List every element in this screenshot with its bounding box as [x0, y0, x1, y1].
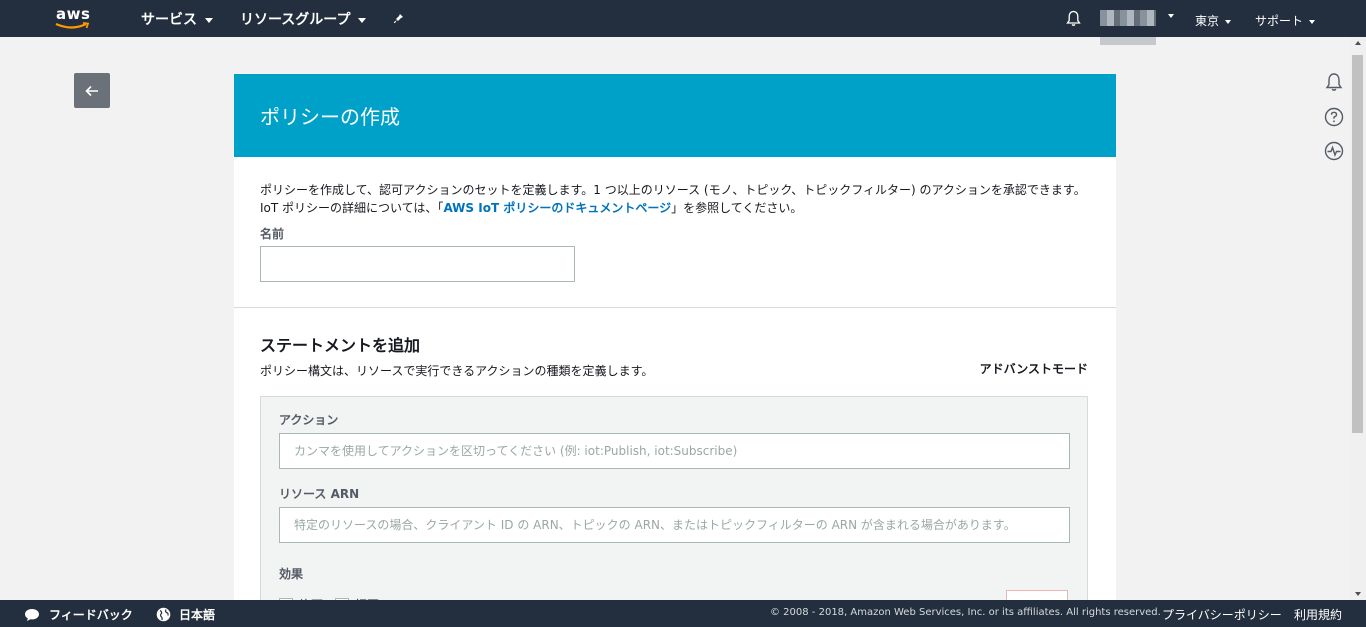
feedback-link[interactable]: フィードバック — [24, 606, 133, 623]
scroll-up-arrow-icon[interactable] — [1355, 41, 1361, 45]
name-label: 名前 — [260, 227, 285, 241]
copyright-text: © 2008 - 2018, Amazon Web Services, Inc.… — [770, 607, 1161, 618]
resource-arn-input[interactable] — [279, 507, 1070, 543]
services-menu-label: サービス — [141, 12, 197, 28]
chevron-down-icon — [1309, 19, 1316, 24]
back-button[interactable] — [74, 73, 110, 108]
aws-logo-text: aws — [56, 5, 91, 23]
scroll-down-arrow-icon[interactable] — [1355, 592, 1361, 596]
card-header: ポリシーの作成 — [234, 74, 1116, 157]
policy-description-text-2: 」を参照してください。 — [671, 201, 803, 215]
add-statement-section: ステートメントを追加 ポリシー構文は、リソースで実行できるアクションの種類を定義… — [234, 308, 1116, 600]
feedback-label: フィードバック — [49, 608, 133, 622]
resource-arn-label: リソース ARN — [279, 487, 360, 501]
privacy-policy-link[interactable]: プライバシーポリシー — [1162, 606, 1282, 623]
footer-bar: フィードバック 日本語 © 2008 - 2018, Amazon Web Se… — [0, 600, 1366, 627]
health-pulse-icon[interactable] — [1324, 141, 1344, 161]
add-statement-title: ステートメントを追加 — [260, 336, 421, 355]
action-label: アクション — [279, 413, 339, 427]
account-name-redaction-bar — [1100, 37, 1156, 45]
policy-name-input[interactable] — [260, 246, 575, 282]
policy-name-section: ポリシーを作成して、認可アクションのセットを定義します。1 つ以上のリソース (… — [234, 157, 1116, 308]
add-statement-description: ポリシー構文は、リソースで実行できるアクションの種類を定義します。 — [260, 364, 654, 378]
speech-bubble-icon — [25, 608, 39, 621]
pin-icon[interactable] — [394, 11, 406, 27]
services-menu[interactable]: サービス — [141, 9, 213, 29]
statement-box: アクション リソース ARN 効果 許可 拒否 — [260, 396, 1088, 600]
create-policy-card: ポリシーの作成 ポリシーを作成して、認可アクションのセットを定義します。1 つ以… — [234, 74, 1116, 600]
page-scrollbar[interactable] — [1350, 37, 1366, 600]
page-title: ポリシーの作成 — [260, 105, 400, 129]
help-icon[interactable] — [1324, 107, 1344, 127]
arrow-left-icon — [85, 85, 98, 96]
effect-label: 効果 — [279, 567, 304, 581]
chevron-down-icon — [205, 17, 213, 23]
iot-policy-docs-link[interactable]: AWS IoT ポリシーのドキュメントページ — [443, 201, 671, 215]
chevron-down-icon — [1225, 19, 1232, 24]
support-menu-label: サポート — [1255, 14, 1304, 28]
aws-logo[interactable]: aws — [54, 5, 94, 31]
language-selector[interactable]: 日本語 — [156, 606, 215, 623]
notifications-bell-icon[interactable] — [1324, 72, 1344, 92]
support-menu[interactable]: サポート — [1255, 12, 1316, 29]
chevron-down-icon — [1168, 14, 1174, 18]
policy-description: ポリシーを作成して、認可アクションのセットを定義します。1 つ以上のリソース (… — [260, 181, 1086, 217]
scrollbar-thumb[interactable] — [1352, 55, 1363, 433]
region-menu-label: 東京 — [1195, 14, 1220, 28]
account-menu-caret[interactable] — [1162, 12, 1174, 18]
account-name-redacted[interactable] — [1100, 10, 1156, 26]
resource-groups-menu[interactable]: リソースグループ — [240, 9, 367, 29]
globe-icon — [156, 607, 171, 622]
action-input[interactable] — [279, 433, 1070, 469]
terms-link[interactable]: 利用規約 — [1294, 606, 1342, 623]
language-label: 日本語 — [179, 608, 216, 622]
chevron-down-icon — [358, 17, 367, 23]
resource-groups-menu-label: リソースグループ — [240, 12, 351, 28]
aws-smile-icon — [55, 22, 90, 29]
top-navigation-bar: aws サービス リソースグループ 東京 サポート — [0, 0, 1366, 37]
notifications-bell-icon[interactable] — [1066, 10, 1081, 30]
remove-statement-button[interactable] — [1006, 590, 1068, 600]
region-menu[interactable]: 東京 — [1195, 12, 1232, 29]
advanced-mode-link[interactable]: アドバンストモード — [980, 360, 1088, 377]
